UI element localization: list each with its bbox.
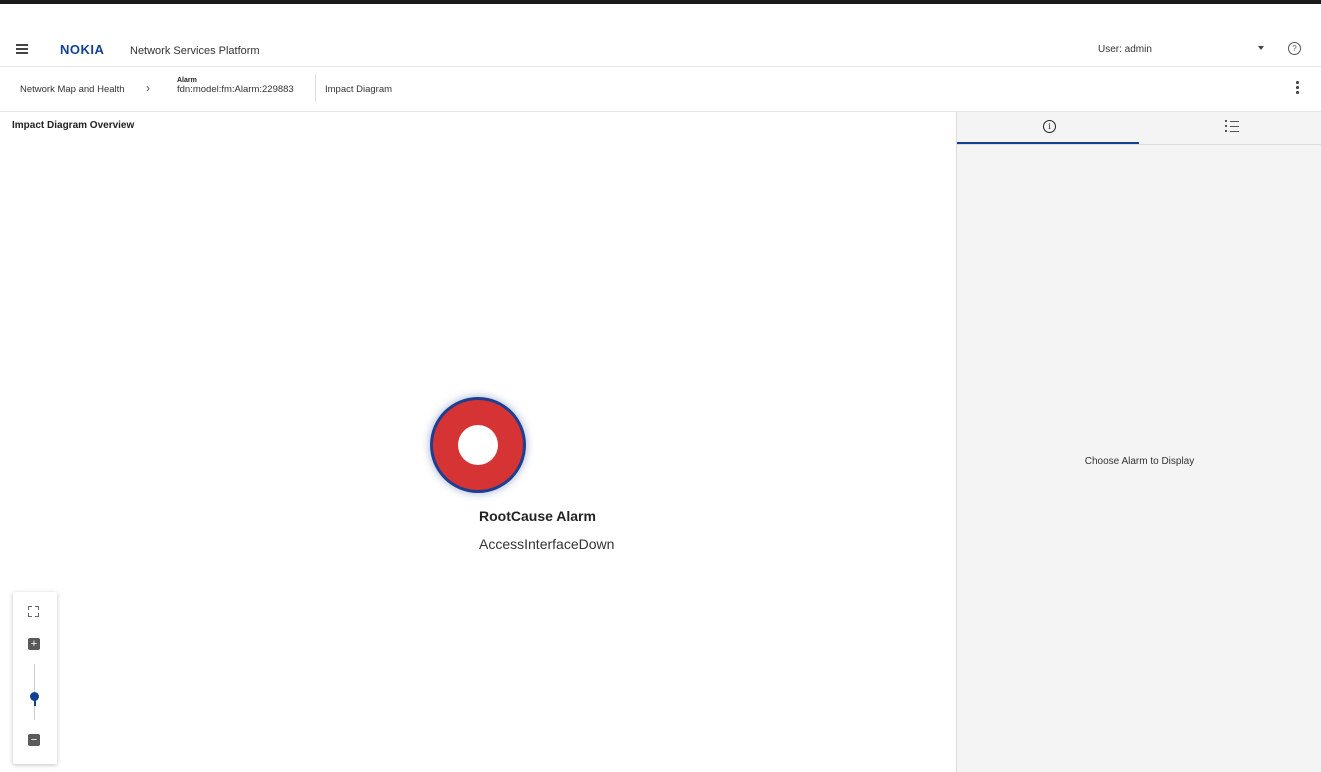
user-menu-label[interactable]: User: admin	[1098, 44, 1152, 55]
app-title: Network Services Platform	[130, 45, 260, 57]
tab-list[interactable]	[1139, 112, 1321, 144]
node-subtitle: AccessInterfaceDown	[479, 536, 615, 552]
breadcrumb-divider	[315, 74, 316, 102]
breadcrumb-alarm-label: Alarm	[177, 77, 197, 84]
app-header: NOKIA Network Services Platform User: ad…	[0, 4, 1321, 67]
info-icon: i	[1043, 120, 1056, 133]
zoom-in-button[interactable]: +	[28, 638, 40, 650]
breadcrumb-alarm[interactable]: Alarm fdn:model:fm:Alarm:229883	[177, 77, 294, 95]
nokia-logo: NOKIA	[60, 42, 105, 57]
details-panel: i Choose Alarm to Display	[956, 112, 1321, 772]
chevron-right-icon: ›	[146, 81, 150, 95]
help-icon[interactable]: ?	[1288, 42, 1301, 55]
zoom-control: + −	[13, 592, 57, 764]
root-cause-alarm-node[interactable]	[433, 400, 523, 490]
menu-icon[interactable]	[16, 44, 28, 54]
details-tabs: i	[957, 112, 1321, 145]
page-title: Impact Diagram Overview	[12, 120, 135, 131]
breadcrumb-alarm-value: fdn:model:fm:Alarm:229883	[177, 84, 294, 95]
fit-to-screen-icon[interactable]	[28, 606, 39, 617]
breadcrumb-network-map[interactable]: Network Map and Health	[20, 84, 125, 95]
more-options-icon[interactable]	[1296, 81, 1300, 96]
breadcrumb: Network Map and Health › Alarm fdn:model…	[0, 67, 1321, 112]
zoom-out-button[interactable]: −	[28, 734, 40, 746]
node-title: RootCause Alarm	[479, 508, 596, 524]
chevron-down-icon[interactable]	[1258, 46, 1264, 50]
tab-info[interactable]: i	[957, 112, 1139, 144]
empty-state-message: Choose Alarm to Display	[1084, 456, 1195, 467]
zoom-slider-thumb[interactable]	[30, 691, 39, 706]
breadcrumb-impact-diagram: Impact Diagram	[325, 84, 393, 95]
list-icon	[1225, 120, 1239, 132]
node-center	[458, 425, 498, 465]
